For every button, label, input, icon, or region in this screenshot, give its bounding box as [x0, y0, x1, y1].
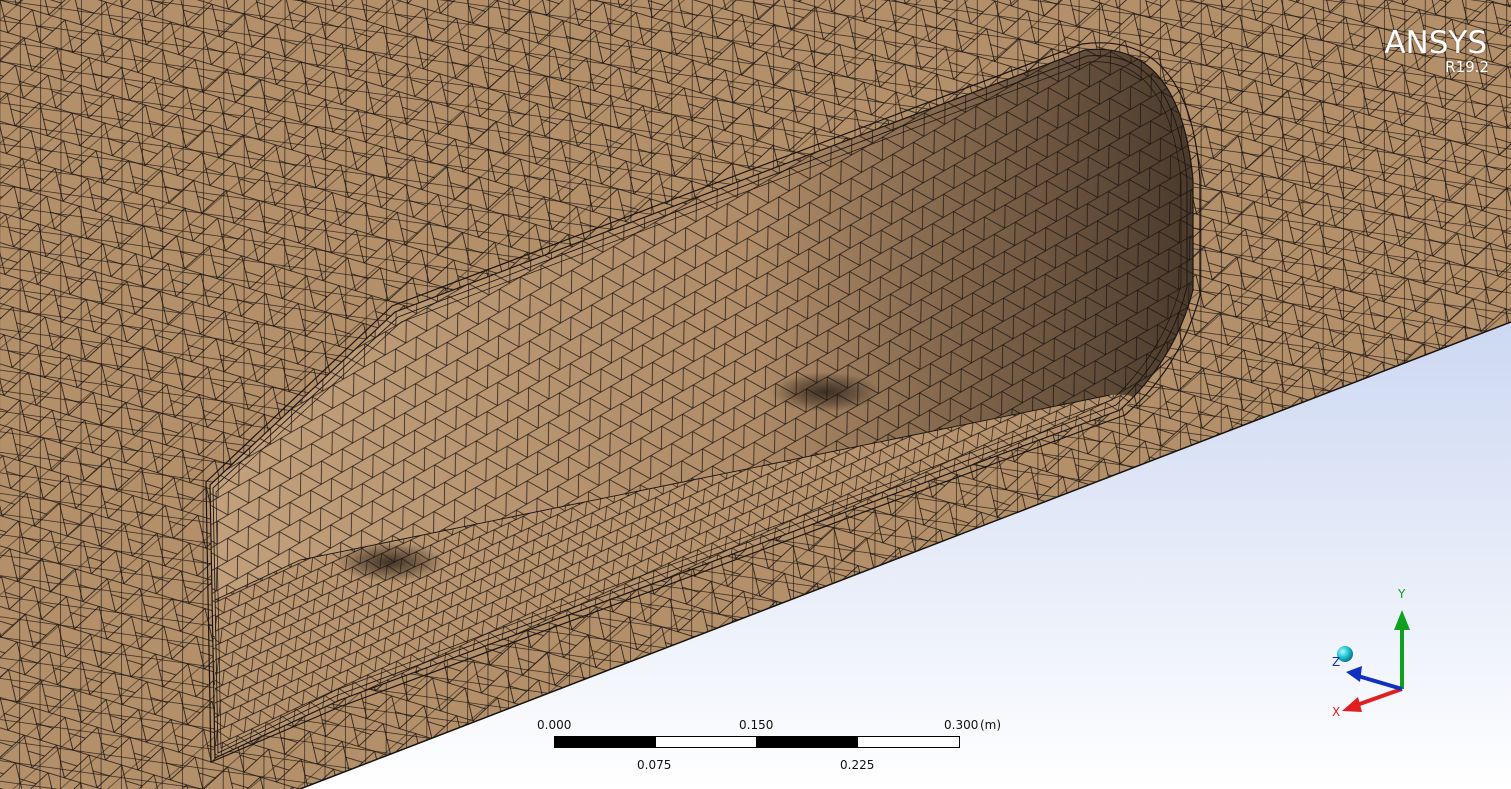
- scale-segment-1: [554, 736, 656, 748]
- graphics-viewport[interactable]: Y Z X ANSYS R19.2 0.000 0.150 0.300 (m) …: [0, 0, 1511, 789]
- release-label: R19.2: [1445, 58, 1489, 76]
- scale-label-300: 0.300: [944, 718, 979, 732]
- scale-label-0: 0.000: [537, 718, 572, 732]
- mesh-model-view[interactable]: Y Z X: [0, 0, 1511, 789]
- scale-bar: 0.000 0.150 0.300 (m) 0.075 0.225: [535, 716, 1015, 776]
- ansys-logo: ANSYS R19.2: [1384, 25, 1489, 76]
- scale-segment-3: [756, 736, 858, 748]
- scale-label-150: 0.150: [739, 718, 774, 732]
- scale-label-075: 0.075: [637, 758, 672, 772]
- scale-segment-2: [655, 736, 757, 748]
- brand-label: ANSYS: [1384, 25, 1487, 61]
- scale-segment-4: [857, 736, 960, 748]
- scale-label-225: 0.225: [840, 758, 875, 772]
- triad-z-label: Z: [1332, 655, 1340, 669]
- scale-unit: (m): [980, 718, 1002, 732]
- triad-x-label: X: [1332, 705, 1340, 719]
- triad-y-label: Y: [1397, 587, 1406, 601]
